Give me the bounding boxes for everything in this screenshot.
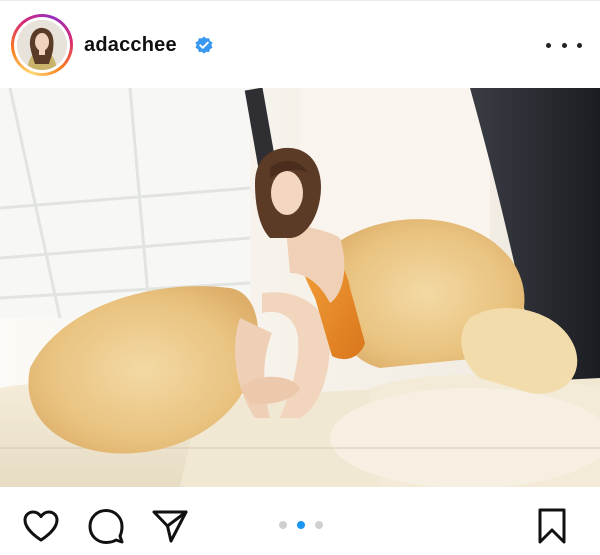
more-horizontal-icon xyxy=(546,42,551,48)
verified-badge-icon xyxy=(195,36,213,54)
carousel-dot xyxy=(315,521,323,529)
post-image xyxy=(0,88,600,487)
action-bar xyxy=(0,487,600,555)
share-button[interactable] xyxy=(150,506,190,546)
post-header: adacchee xyxy=(0,0,600,88)
comment-button[interactable] xyxy=(86,506,126,546)
post-photo[interactable] xyxy=(0,88,600,487)
like-button[interactable] xyxy=(21,506,61,546)
send-icon xyxy=(152,510,188,543)
story-ring[interactable] xyxy=(11,14,73,76)
username[interactable]: adacchee xyxy=(84,33,177,57)
carousel-dot xyxy=(279,521,287,529)
more-options-button[interactable] xyxy=(546,34,582,56)
carousel-dot-active xyxy=(297,521,305,529)
instagram-post: adacchee xyxy=(0,0,600,555)
save-button[interactable] xyxy=(532,506,572,546)
carousel-indicator xyxy=(279,520,323,530)
heart-icon xyxy=(23,510,59,542)
bookmark-icon xyxy=(538,508,566,544)
comment-icon xyxy=(88,509,124,544)
avatar-image xyxy=(17,20,67,70)
avatar xyxy=(17,20,67,70)
